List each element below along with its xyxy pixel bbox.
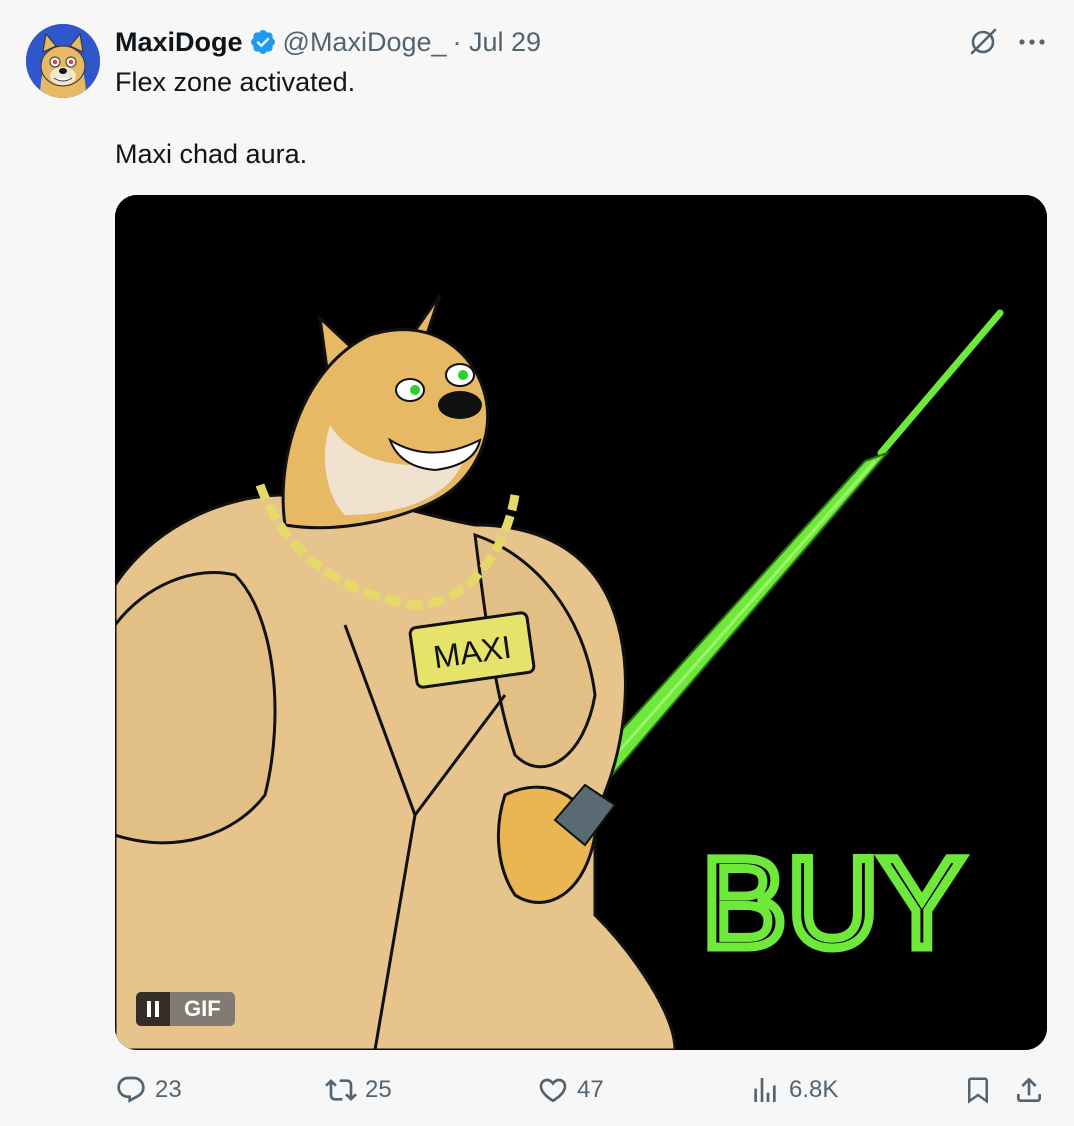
pause-icon[interactable] (136, 992, 170, 1026)
tweet-text: Flex zone activated. Maxi chad aura. (115, 64, 355, 172)
verified-badge-icon[interactable] (249, 28, 277, 56)
views-count: 6.8K (789, 1076, 839, 1103)
tweet-card[interactable]: MaxiDoge @MaxiDoge_ · Jul 29 Flex zone a… (0, 0, 1074, 1126)
repost-icon (325, 1079, 357, 1101)
tweet-line-1: Flex zone activated. (115, 67, 356, 97)
tweet-date[interactable]: · Jul 29 (453, 27, 542, 58)
avatar[interactable] (26, 24, 100, 98)
gif-badge[interactable]: GIF (136, 992, 235, 1026)
buy-overlay-text: BUY (701, 832, 964, 975)
more-icon[interactable] (1018, 38, 1046, 46)
share-icon (1017, 1077, 1041, 1102)
views-button[interactable]: 6.8K (749, 1068, 838, 1112)
bookmark-icon (968, 1077, 988, 1104)
top-actions (968, 24, 1046, 60)
reply-count: 23 (155, 1076, 182, 1103)
author-name[interactable]: MaxiDoge (115, 27, 243, 58)
author-handle[interactable]: @MaxiDoge_ (283, 27, 447, 58)
share-button[interactable] (1013, 1068, 1045, 1112)
avatar-image (26, 24, 100, 98)
reply-button[interactable]: 23 (115, 1068, 182, 1112)
gif-image: MAXI BUY (115, 195, 1047, 1050)
repost-button[interactable]: 25 (325, 1068, 392, 1112)
tweet-line-2: Maxi chad aura. (115, 139, 308, 169)
gif-label: GIF (170, 992, 235, 1026)
views-icon (754, 1078, 776, 1102)
like-count: 47 (577, 1076, 604, 1103)
grok-icon[interactable] (968, 27, 998, 57)
tweet-actions: 23 25 47 6.8K (115, 1068, 1047, 1112)
like-icon (539, 1078, 567, 1103)
bookmark-button[interactable] (963, 1068, 993, 1112)
like-button[interactable]: 47 (537, 1068, 604, 1112)
repost-count: 25 (365, 1076, 392, 1103)
reply-icon (117, 1076, 145, 1103)
tweet-header: MaxiDoge @MaxiDoge_ · Jul 29 (115, 24, 541, 60)
tweet-gif[interactable]: MAXI BUY GIF (115, 195, 1047, 1050)
